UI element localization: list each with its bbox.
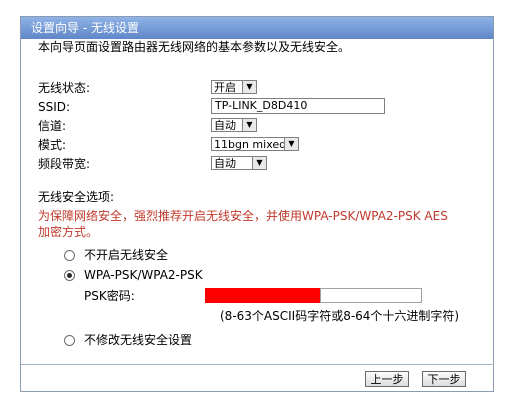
psk-password-input[interactable] bbox=[320, 288, 422, 303]
chevron-down-icon: ▼ bbox=[242, 119, 256, 131]
wireless-status-row: 无线状态: bbox=[38, 79, 90, 97]
channel-select[interactable]: 自动 ▼ bbox=[211, 118, 257, 134]
intro-text: 本向导页面设置路由器无线网络的基本参数以及无线安全。 bbox=[38, 40, 351, 54]
bandwidth-value: 自动 bbox=[214, 157, 236, 170]
security-warning: 为保障网络安全，强烈推荐开启无线安全，并使用WPA-PSK/WPA2-PSK A… bbox=[38, 209, 448, 239]
psk-password-redaction bbox=[205, 288, 320, 303]
ssid-value: TP-LINK_D8D410 bbox=[211, 98, 385, 114]
ssid-label: SSID: bbox=[38, 100, 71, 114]
security-option-keep-radio[interactable] bbox=[64, 335, 75, 346]
wizard-title-bar: 设置向导 - 无线设置 bbox=[21, 17, 493, 39]
chevron-down-icon: ▼ bbox=[252, 157, 266, 169]
security-option-wpa-radio[interactable] bbox=[64, 270, 75, 281]
security-option-keep-label[interactable]: 不修改无线安全设置 bbox=[84, 331, 192, 349]
mode-label: 模式: bbox=[38, 138, 67, 152]
bandwidth-row: 频段带宽: bbox=[38, 155, 90, 173]
wireless-status-value: 开启 bbox=[214, 81, 236, 94]
chevron-down-icon: ▼ bbox=[284, 138, 298, 150]
security-option-wpa-label[interactable]: WPA-PSK/WPA2-PSK bbox=[84, 266, 203, 284]
channel-row: 信道: bbox=[38, 117, 66, 135]
ssid-input[interactable]: TP-LINK_D8D410 bbox=[211, 98, 385, 114]
next-button[interactable]: 下一步 bbox=[422, 371, 466, 387]
mode-select[interactable]: 11bgn mixed ▼ bbox=[211, 137, 299, 153]
bandwidth-label: 频段带宽: bbox=[38, 157, 91, 171]
prev-button[interactable]: 上一步 bbox=[365, 371, 409, 387]
bandwidth-select[interactable]: 自动 ▼ bbox=[211, 156, 267, 172]
channel-value: 自动 bbox=[214, 119, 236, 132]
security-section-label: 无线安全选项: bbox=[38, 190, 115, 204]
wireless-status-label: 无线状态: bbox=[38, 81, 91, 95]
security-option-disable-radio[interactable] bbox=[64, 250, 75, 261]
chevron-down-icon: ▼ bbox=[242, 81, 256, 93]
wireless-status-select[interactable]: 开启 ▼ bbox=[211, 80, 257, 96]
ssid-row: SSID: bbox=[38, 98, 70, 116]
wizard-title: 设置向导 - 无线设置 bbox=[31, 21, 139, 35]
mode-row: 模式: bbox=[38, 136, 66, 154]
channel-label: 信道: bbox=[38, 119, 67, 133]
psk-password-hint: (8-63个ASCII码字符或8-64个十六进制字符) bbox=[220, 309, 460, 323]
footer-divider bbox=[21, 364, 494, 365]
psk-password-label: PSK密码: bbox=[84, 289, 135, 303]
mode-value: 11bgn mixed bbox=[214, 138, 287, 151]
security-option-disable-label[interactable]: 不开启无线安全 bbox=[84, 246, 168, 264]
